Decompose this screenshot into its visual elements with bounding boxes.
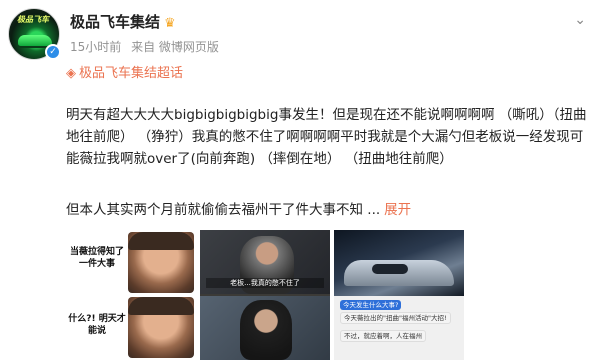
meme2-bottom-panel [200, 296, 330, 360]
meme1-bottom-panel: 什么?! 明天才能说 [66, 295, 196, 360]
meme-image-3[interactable]: 今天发生什么大事? 今天薇拉出的"扭曲"福州活动"大招! 不过，就应着啊，人在福… [334, 230, 464, 360]
avatar-logo-text: 极品飞车 [17, 15, 49, 24]
post-body-continued: 但本人其实两个月前就偷偷去福州干了件大事不知 ... 展开 [66, 198, 411, 218]
meme1-face-top [128, 232, 194, 293]
chat-message-1: 今天发生什么大事? [340, 300, 402, 310]
race-car-shape [344, 260, 454, 286]
meme1-top-panel: 当薇拉得知了一件大事 [66, 230, 196, 295]
meme2-person-bottom [240, 300, 292, 360]
car-logo-icon [18, 35, 52, 46]
expand-link[interactable]: 展开 [384, 202, 411, 218]
verified-badge-icon: ✓ [45, 44, 61, 60]
meme1-face-bottom [128, 297, 194, 358]
topic-label: 极品飞车集结超话 [79, 66, 184, 81]
meme1-caption-bottom: 什么?! 明天才能说 [68, 314, 126, 336]
chat-screenshot: 今天发生什么大事? 今天薇拉出的"扭曲"福州活动"大招! 不过，就应着啊，人在福… [334, 296, 464, 360]
race-car-photo [334, 230, 464, 296]
meme-image-1[interactable]: 当薇拉得知了一件大事 什么?! 明天才能说 [66, 230, 196, 360]
diamond-topic-icon: ◈ [66, 66, 76, 81]
image-grid: 当薇拉得知了一件大事 什么?! 明天才能说 老板...我真的憋不住了 今天发生什… [66, 230, 464, 360]
crown-icon: ♛ [164, 16, 176, 31]
post-meta: 15小时前 来自 微博网页版 [70, 38, 225, 55]
post-time[interactable]: 15小时前 [70, 40, 121, 54]
chevron-down-icon[interactable]: ⌄ [574, 12, 586, 28]
chat-message-3: 不过，就应着啊，人在福州 [340, 330, 426, 342]
super-topic-link[interactable]: ◈ 极品飞车集结超话 [66, 62, 183, 81]
meme2-top-panel: 老板...我真的憋不住了 [200, 230, 330, 294]
meme1-caption-top: 当薇拉得知了一件大事 [69, 247, 124, 269]
post-header: 极品飞车 ✓ 极品飞车集结 ♛ 15小时前 来自 微博网页版 ⌄ [8, 8, 592, 60]
author-name-label: 极品飞车集结 [70, 13, 161, 31]
post-body2: 但本人其实两个月前就偷偷去福州干了件大事不知 ... [66, 202, 381, 218]
post-source: 来自 微博网页版 [131, 40, 219, 54]
post-body: 明天有超大大大大bigbigbigbigbig事发生！但是现在还不能说啊啊啊啊 … [66, 107, 587, 167]
chat-message-2: 今天薇拉出的"扭曲"福州活动"大招! [340, 312, 451, 324]
meme2-subtitle: 老板...我真的憋不住了 [206, 278, 324, 288]
meme-image-2[interactable]: 老板...我真的憋不住了 [200, 230, 330, 360]
author-name[interactable]: 极品飞车集结 ♛ [70, 11, 176, 32]
